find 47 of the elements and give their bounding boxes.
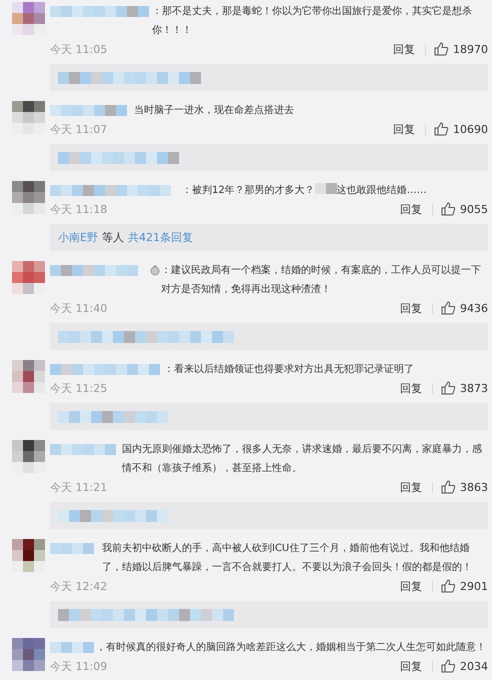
blurred-text [314,182,337,195]
reply-summary-text: 等人 [102,230,124,245]
like-count: 2034 [460,660,488,672]
comment-time: 今天 11:07 [50,122,108,136]
comment-time: 今天 11:21 [50,480,108,494]
like-count: 10690 [453,122,488,136]
like-count: 18970 [453,42,488,56]
avatar[interactable] [12,101,45,134]
reply-button[interactable]: 回复 [400,300,422,316]
comment-text: ：那不是丈夫，那是毒蛇！你以为它带你出国旅行是爱你，其实它是想杀你！！！ [152,6,472,36]
comment-time: 今天 11:25 [50,380,108,396]
comment-time: 今天 11:05 [50,42,108,56]
comment-text: 国内无原则催婚太恐怖了，很多人无奈，讲求速婚，最后要不闪离，家庭暴力，感情不和（靠孩子维系），甚至搭上性命。 [122,444,482,474]
thumbs-up-icon[interactable] [441,579,456,593]
comment-text: 这也敢跟他结婚…… [336,185,427,196]
avatar[interactable] [12,539,45,572]
like-count: 2901 [460,580,488,592]
reply-button[interactable]: 回复 [400,578,422,594]
reply-button[interactable]: 回复 [400,380,422,396]
reply-button[interactable]: 回复 [400,480,422,494]
comment-text: ，有时候真的很好奇人的脑回路为啥差距这么大，婚姻相当于第二次人生怎可如此随意！ [96,642,486,653]
comment-time: 今天 11:09 [50,658,108,674]
comment-text: 我前夫初中砍断人的手，高中被人砍到ICU住了三个月，婚前他有说过。我和他结婚了，结婚以后脾气暴躁，一言不合就要打人。不要以为浪子会回头！假的都是假的！ [102,543,472,573]
reply-button[interactable]: 回复 [393,42,415,56]
like-count: 9436 [460,302,488,314]
avatar[interactable] [12,181,45,214]
like-count: 3863 [460,480,488,494]
like-count: 3873 [460,382,488,394]
reply-button[interactable]: 回复 [400,202,422,216]
thumbs-up-icon[interactable] [434,42,449,56]
comment-text: ：看来以后结婚领证也得要求对方出具无犯罪记录证明了 [164,364,414,375]
thumbs-up-icon[interactable] [441,381,456,395]
comment-time: 今天 12:42 [50,578,108,594]
like-count: 9055 [460,202,488,216]
thumbs-up-icon[interactable] [441,659,456,673]
comment-text: ：建议民政局有一个档案，结婚的时候，有案底的，工作人员可以提一下对方是否知情，免得再出现这种渣渣！ [161,265,481,295]
comment-time: 今天 11:40 [50,300,108,316]
reply-button[interactable]: 回复 [393,122,415,136]
comment-text: 当时脑子一进水，现在命差点搭进去 [134,105,294,116]
avatar[interactable] [12,440,45,473]
reply-button[interactable]: 回复 [400,658,422,674]
comment-time: 今天 11:18 [50,202,108,216]
thumbs-up-icon[interactable] [441,480,456,494]
thumbs-up-icon[interactable] [441,202,456,216]
thumbs-up-icon[interactable] [441,301,456,315]
comment-text: ：被判12年？那男的才多大？ [182,185,315,196]
thumbs-up-icon[interactable] [434,122,449,136]
